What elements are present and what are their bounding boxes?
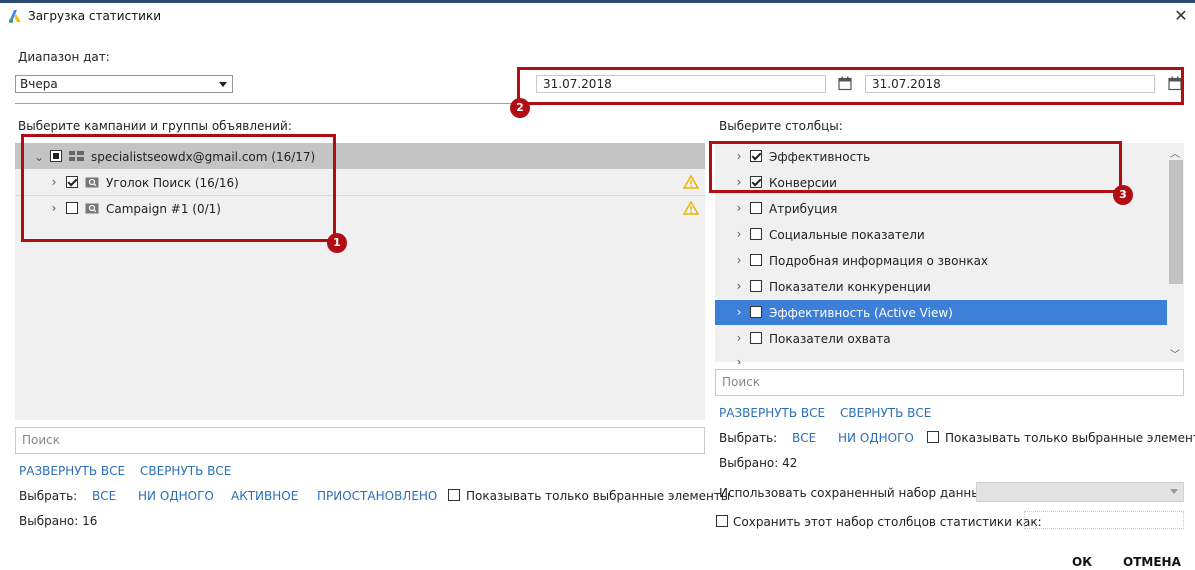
save-set-label: Сохранить этот набор столбцов статистики… (733, 515, 1042, 529)
chevron-down-icon (1170, 489, 1178, 494)
save-set-name-input[interactable] (1024, 511, 1184, 529)
annotation-badge-1: 1 (327, 233, 347, 253)
columns-heading: Выберите столбцы: (719, 119, 843, 133)
close-icon[interactable]: ✕ (1170, 5, 1192, 27)
column-group-label: Показатели конкуренции (769, 280, 931, 294)
save-set-checkbox[interactable] (716, 515, 728, 527)
collapse-all-link[interactable]: СВЕРНУТЬ ВСЕ (840, 406, 931, 420)
annotation-badge-2: 2 (510, 98, 530, 118)
show-selected-label: Показывать только выбранные элементы (466, 489, 731, 503)
select-none-link[interactable]: НИ ОДНОГО (138, 489, 214, 503)
select-label: Выбрать: (719, 431, 778, 445)
scrollbar-thumb[interactable] (1169, 160, 1183, 284)
column-search-input[interactable]: Поиск (715, 369, 1184, 396)
select-label: Выбрать: (19, 489, 78, 503)
expand-all-link[interactable]: РАЗВЕРНУТЬ ВСЕ (19, 464, 125, 478)
column-group-checkbox[interactable] (750, 254, 762, 266)
select-paused-link[interactable]: ПРИОСТАНОВЛЕНО (317, 489, 437, 503)
chevron-right-icon[interactable]: › (734, 227, 744, 241)
scroll-down-icon[interactable]: ﹀ (1170, 346, 1180, 361)
selected-count: Выбрано: 42 (719, 456, 798, 470)
cancel-button[interactable]: ОТМЕНА (1123, 555, 1181, 569)
column-group-checkbox[interactable] (750, 280, 762, 292)
select-all-link[interactable]: ВСЕ (792, 431, 816, 445)
collapse-all-link[interactable]: СВЕРНУТЬ ВСЕ (140, 464, 231, 478)
column-group-checkbox[interactable] (750, 228, 762, 240)
campaign-search-input[interactable]: Поиск (15, 427, 705, 454)
column-group-checkbox[interactable] (750, 202, 762, 214)
selected-count: Выбрано: 16 (19, 514, 98, 528)
annotation-box-2 (517, 67, 1184, 105)
warning-icon (683, 175, 699, 189)
app-logo-icon (9, 10, 21, 23)
window-title: Загрузка статистики (28, 9, 162, 23)
column-group-label: Подробная информация о звонках (769, 254, 989, 268)
title-bar (0, 3, 1195, 31)
saved-set-select[interactable] (976, 482, 1184, 502)
column-group-checkbox[interactable] (750, 332, 762, 344)
chevron-down-icon (219, 82, 227, 87)
column-group-label: Показатели охвата (769, 332, 891, 346)
chevron-right-icon[interactable]: › (734, 355, 744, 364)
campaigns-heading: Выберите кампании и группы объявлений: (18, 119, 292, 133)
warning-icon (683, 201, 699, 215)
expand-all-link[interactable]: РАЗВЕРНУТЬ ВСЕ (719, 406, 825, 420)
chevron-right-icon[interactable]: › (734, 201, 744, 215)
annotation-box-3 (709, 141, 1122, 193)
column-group-label: Социальные показатели (769, 228, 925, 242)
show-selected-checkbox[interactable] (448, 489, 460, 501)
show-selected-label: Показывать только выбранные элементы (945, 431, 1195, 445)
chevron-right-icon[interactable]: › (734, 253, 744, 267)
show-selected-checkbox[interactable] (927, 431, 939, 443)
select-none-link[interactable]: НИ ОДНОГО (838, 431, 914, 445)
section-divider (15, 103, 517, 104)
column-group-label: Эффективность (Active View) (769, 306, 953, 320)
chevron-right-icon[interactable]: › (734, 279, 744, 293)
ok-button[interactable]: ОК (1072, 555, 1092, 569)
chevron-right-icon[interactable]: › (734, 331, 744, 345)
date-range-label: Диапазон дат: (18, 50, 110, 64)
date-preset-value: Вчера (20, 77, 58, 91)
date-preset-select[interactable]: Вчера (15, 75, 233, 93)
saved-set-label: Использовать сохраненный набор данных: (719, 486, 992, 500)
column-group-label: Атрибуция (769, 202, 838, 216)
select-active-link[interactable]: АКТИВНОЕ (231, 489, 298, 503)
annotation-badge-3: 3 (1113, 185, 1133, 205)
column-group-checkbox[interactable] (750, 306, 762, 318)
annotation-box-1 (21, 134, 336, 242)
select-all-link[interactable]: ВСЕ (92, 489, 116, 503)
scroll-up-icon[interactable]: ︿ (1170, 145, 1180, 160)
chevron-right-icon[interactable]: › (734, 305, 744, 319)
